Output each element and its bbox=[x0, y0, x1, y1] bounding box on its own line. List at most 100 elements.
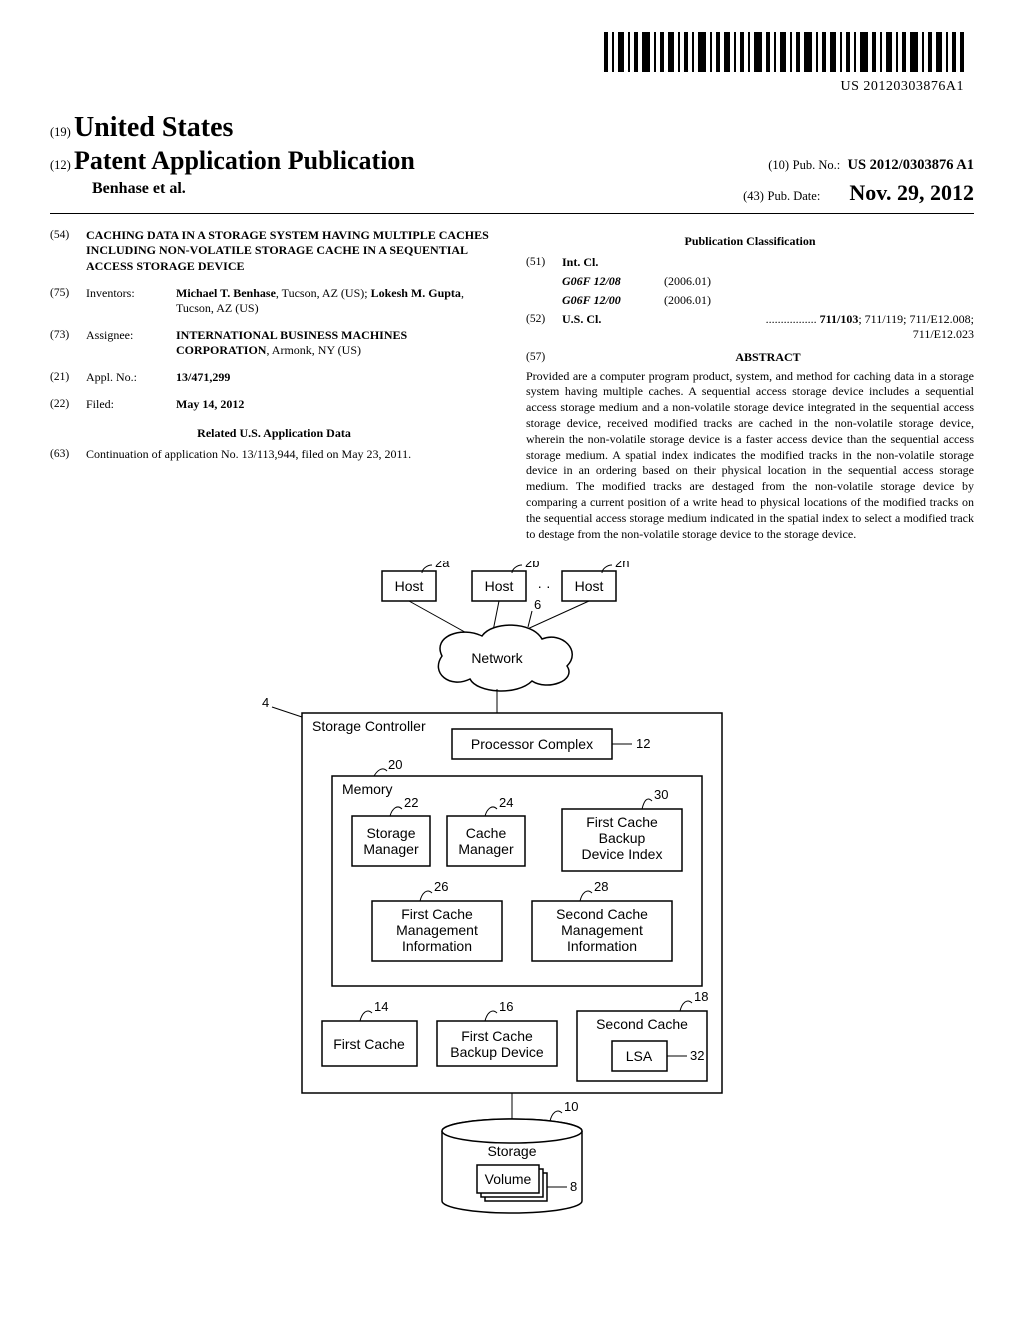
applno-value: 13/471,299 bbox=[176, 370, 498, 385]
left-column: (54) CACHING DATA IN A STORAGE SYSTEM HA… bbox=[50, 228, 498, 543]
country-name: United States bbox=[74, 112, 233, 143]
svg-text:22: 22 bbox=[404, 795, 418, 810]
country-line: (19) United States bbox=[50, 110, 974, 145]
svg-text:2n: 2n bbox=[615, 561, 629, 570]
svg-text:24: 24 bbox=[499, 795, 513, 810]
related-row: (63) Continuation of application No. 13/… bbox=[50, 447, 498, 462]
top-row bbox=[50, 30, 974, 74]
svg-text:4: 4 bbox=[262, 695, 269, 710]
code-63: (63) bbox=[50, 447, 86, 462]
svg-text:16: 16 bbox=[499, 999, 513, 1014]
related-text: Continuation of application No. 13/113,9… bbox=[86, 447, 498, 462]
code-52: (52) bbox=[526, 312, 562, 342]
svg-text:Device Index: Device Index bbox=[582, 846, 663, 862]
code-75: (75) bbox=[50, 286, 86, 316]
authors-header: Benhase et al. bbox=[50, 179, 186, 207]
svg-text:Volume: Volume bbox=[485, 1171, 532, 1187]
right-column: Publication Classification (51) Int. Cl.… bbox=[526, 228, 974, 543]
svg-text:Second Cache: Second Cache bbox=[556, 906, 648, 922]
intcl-sym-1: G06F 12/00 bbox=[562, 293, 634, 308]
filed-value: May 14, 2012 bbox=[176, 397, 498, 412]
uscl-label: U.S. Cl. bbox=[562, 312, 634, 342]
figure-svg: .box{fill:#fff;stroke:#000;stroke-width:… bbox=[232, 561, 792, 1231]
svg-text:· ·: · · bbox=[537, 578, 550, 594]
code-10: (10) bbox=[768, 158, 789, 172]
svg-text:First Cache: First Cache bbox=[586, 814, 658, 830]
svg-text:Manager: Manager bbox=[363, 841, 419, 857]
svg-text:26: 26 bbox=[434, 879, 448, 894]
svg-text:20: 20 bbox=[388, 757, 402, 772]
assignee-label: Assignee: bbox=[86, 328, 176, 358]
svg-text:Management: Management bbox=[396, 922, 478, 938]
assignee-row: (73) Assignee: INTERNATIONAL BUSINESS MA… bbox=[50, 328, 498, 358]
host-n: Host 2n bbox=[562, 561, 629, 601]
intcl-row: (51) Int. Cl. bbox=[526, 255, 974, 270]
applno-label: Appl. No.: bbox=[86, 370, 176, 385]
code-12: (12) bbox=[50, 158, 71, 172]
svg-text:First Cache: First Cache bbox=[461, 1028, 533, 1044]
svg-text:First Cache: First Cache bbox=[333, 1036, 405, 1052]
intcl-label: Int. Cl. bbox=[562, 255, 634, 270]
host-a: Host 2a bbox=[382, 561, 450, 601]
code-22: (22) bbox=[50, 397, 86, 412]
publication-line: (12) Patent Application Publication (10)… bbox=[50, 145, 974, 178]
svg-text:Cache: Cache bbox=[466, 825, 507, 841]
svg-text:12: 12 bbox=[636, 736, 650, 751]
svg-text:Host: Host bbox=[575, 578, 604, 594]
svg-text:Information: Information bbox=[567, 938, 637, 954]
svg-text:Processor Complex: Processor Complex bbox=[471, 736, 593, 752]
uscl-first: 711/103 bbox=[820, 312, 859, 326]
svg-text:Host: Host bbox=[485, 578, 514, 594]
svg-text:32: 32 bbox=[690, 1048, 704, 1063]
figure-1: .box{fill:#fff;stroke:#000;stroke-width:… bbox=[50, 561, 974, 1231]
svg-text:LSA: LSA bbox=[626, 1048, 653, 1064]
filed-row: (22) Filed: May 14, 2012 bbox=[50, 397, 498, 412]
intcl-item-0: G06F 12/08 (2006.01) bbox=[526, 274, 974, 289]
svg-text:Backup: Backup bbox=[599, 830, 646, 846]
svg-text:Memory: Memory bbox=[342, 781, 393, 797]
code-43: (43) bbox=[743, 189, 764, 203]
inventor-1-name: Michael T. Benhase bbox=[176, 286, 276, 300]
publication-id-top: US 20120303876A1 bbox=[50, 78, 964, 96]
host-b: Host 2b bbox=[472, 561, 539, 601]
title-row: (54) CACHING DATA IN A STORAGE SYSTEM HA… bbox=[50, 228, 498, 275]
applno-row: (21) Appl. No.: 13/471,299 bbox=[50, 370, 498, 385]
svg-text:6: 6 bbox=[534, 597, 541, 612]
authors-line: Benhase et al. (43) Pub. Date: Nov. 29, … bbox=[50, 179, 974, 207]
intcl-date-0: (2006.01) bbox=[634, 274, 974, 289]
pub-date-value: Nov. 29, 2012 bbox=[849, 180, 974, 205]
abstract-head-row: (57) ABSTRACT bbox=[526, 350, 974, 365]
code-57: (57) bbox=[526, 350, 562, 365]
svg-text:Second Cache: Second Cache bbox=[596, 1016, 688, 1032]
pub-no-value: US 2012/0303876 A1 bbox=[848, 157, 975, 173]
barcode-graphic bbox=[604, 30, 964, 74]
abstract-text: Provided are a computer program product,… bbox=[526, 369, 974, 543]
svg-text:2a: 2a bbox=[435, 561, 450, 570]
svg-text:14: 14 bbox=[374, 999, 388, 1014]
header-block: (19) United States (12) Patent Applicati… bbox=[50, 110, 974, 207]
uscl-value: ................. 711/103; 711/119; 711/… bbox=[634, 312, 974, 342]
network-cloud: Network 6 bbox=[438, 597, 572, 691]
svg-text:Manager: Manager bbox=[458, 841, 514, 857]
code-73: (73) bbox=[50, 328, 86, 358]
svg-text:Network: Network bbox=[471, 650, 523, 666]
svg-text:2b: 2b bbox=[525, 561, 539, 570]
inventors-label: Inventors: bbox=[86, 286, 176, 316]
code-21: (21) bbox=[50, 370, 86, 385]
svg-text:8: 8 bbox=[570, 1179, 577, 1194]
svg-text:30: 30 bbox=[654, 787, 668, 802]
pub-no-label: Pub. No.: bbox=[793, 158, 841, 172]
svg-text:Storage: Storage bbox=[487, 1143, 536, 1159]
filed-label: Filed: bbox=[86, 397, 176, 412]
svg-text:28: 28 bbox=[594, 879, 608, 894]
pub-date-label: Pub. Date: bbox=[768, 189, 821, 203]
classification-heading: Publication Classification bbox=[526, 234, 974, 249]
abstract-label: ABSTRACT bbox=[562, 350, 974, 365]
svg-text:Information: Information bbox=[402, 938, 472, 954]
svg-text:Host: Host bbox=[395, 578, 424, 594]
code-54: (54) bbox=[50, 228, 86, 275]
inventors-row: (75) Inventors: Michael T. Benhase, Tucs… bbox=[50, 286, 498, 316]
inventor-2-name: Lokesh M. Gupta bbox=[371, 286, 461, 300]
svg-text:10: 10 bbox=[564, 1099, 578, 1114]
intcl-date-1: (2006.01) bbox=[634, 293, 974, 308]
